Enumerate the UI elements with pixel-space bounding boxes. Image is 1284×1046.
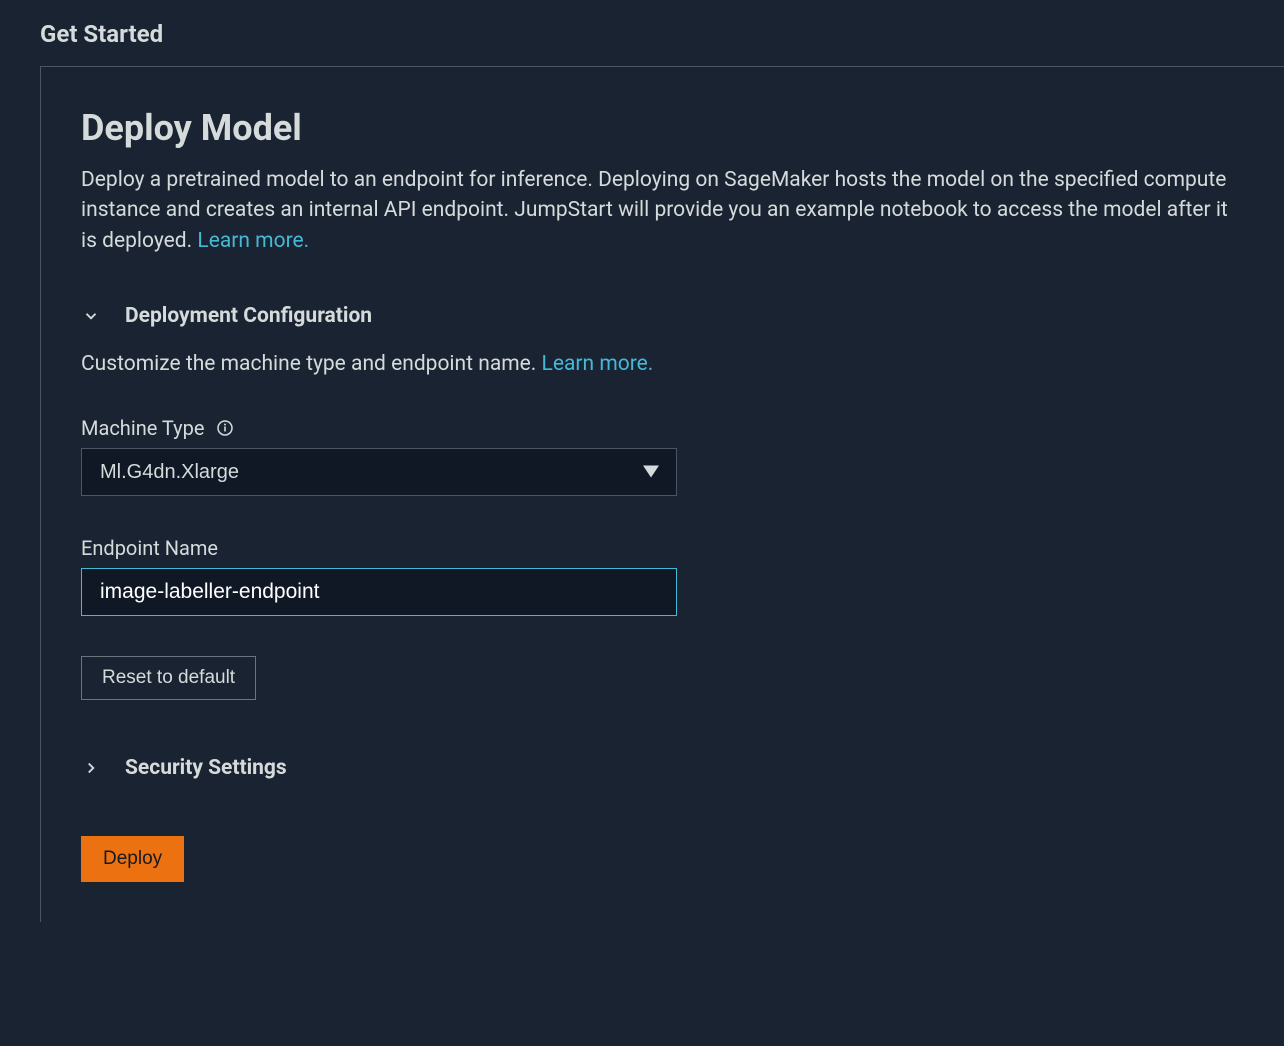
deployment-config-title: Deployment Configuration [125, 304, 372, 328]
security-settings-title: Security Settings [125, 756, 287, 780]
endpoint-name-label: Endpoint Name [81, 536, 1244, 560]
learn-more-link[interactable]: Learn more. [197, 229, 309, 253]
endpoint-name-label-text: Endpoint Name [81, 536, 218, 560]
deployment-config-description: Customize the machine type and endpoint … [81, 352, 1244, 376]
info-icon[interactable] [216, 419, 234, 437]
machine-type-label: Machine Type [81, 416, 1244, 440]
deployment-config-header[interactable]: Deployment Configuration [81, 304, 1244, 328]
deploy-button[interactable]: Deploy [81, 836, 184, 882]
main-panel: Deploy Model Deploy a pretrained model t… [40, 66, 1284, 922]
reset-to-default-button[interactable]: Reset to default [81, 656, 256, 700]
deployment-config-description-text: Customize the machine type and endpoint … [81, 352, 542, 376]
machine-type-label-text: Machine Type [81, 416, 204, 440]
breadcrumb: Get Started [40, 20, 1284, 48]
page-title: Deploy Model [81, 107, 1244, 149]
machine-type-select[interactable]: Ml.G4dn.Xlarge [81, 448, 677, 496]
page-description: Deploy a pretrained model to an endpoint… [81, 165, 1244, 256]
security-settings-header[interactable]: Security Settings [81, 756, 1244, 780]
endpoint-name-input[interactable] [81, 568, 677, 616]
chevron-right-icon [81, 758, 101, 778]
chevron-down-icon [81, 306, 101, 326]
deployment-config-learn-more-link[interactable]: Learn more. [542, 352, 654, 376]
